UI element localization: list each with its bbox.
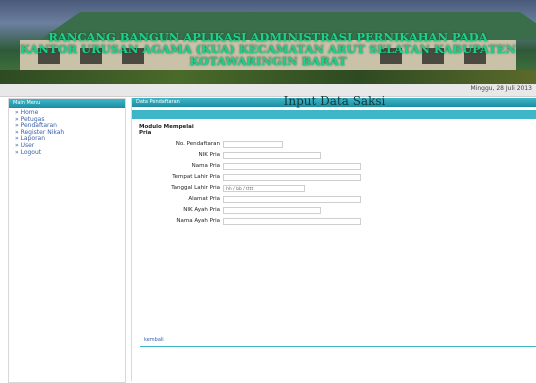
label-nama-ayah-pria: Nama Ayah Pria xyxy=(176,218,220,224)
main-header: Data Pendaftaran Input Data Saksi xyxy=(132,94,536,108)
form-row-nik-ayah: NIK Ayah Pria xyxy=(132,206,220,215)
form-row-nama-pria: Nama Pria xyxy=(132,162,220,171)
label-nik-pria: NIK Pria xyxy=(198,152,220,158)
main-content: Data Pendaftaran Input Data Saksi Modulo… xyxy=(131,94,536,381)
sidebar-title: Main Menu xyxy=(9,99,125,108)
alamat-pria-input[interactable] xyxy=(223,196,361,203)
form-row-no-pendaftaran: No. Pendaftaran xyxy=(132,140,220,149)
sidebar-item-logout[interactable]: » Logout xyxy=(15,149,125,157)
form-row-tempat-lahir: Tempat Lahir Pria xyxy=(132,173,220,182)
form-row-nama-ayah: Nama Ayah Pria xyxy=(132,217,220,226)
date-text: Minggu, 28 Juli 2013 xyxy=(470,85,532,92)
tanggal-lahir-pria-input[interactable]: hh / bb / tttt xyxy=(223,185,305,192)
nama-ayah-pria-input[interactable] xyxy=(223,218,361,225)
tempat-lahir-pria-input[interactable] xyxy=(223,174,361,181)
date-bar: Minggu, 28 Juli 2013 xyxy=(0,84,536,97)
form-row-alamat: Alamat Pria xyxy=(132,195,220,204)
banner-title-line3: KOTAWARINGIN BARAT xyxy=(189,54,347,68)
section-heading-line2: Pria xyxy=(139,130,152,136)
label-nama-pria: Nama Pria xyxy=(191,163,220,169)
sidebar-menu: » Home » Petugas » Pendaftaran » Registe… xyxy=(9,109,125,157)
title-strip xyxy=(132,110,536,119)
nik-ayah-pria-input[interactable] xyxy=(223,207,321,214)
section-heading: Modulo Mempelai Pria xyxy=(139,124,194,136)
back-link[interactable]: kembali xyxy=(144,337,164,343)
form-row-tanggal-lahir: Tanggal Lahir Pria xyxy=(132,184,220,193)
sidebar: Main Menu » Home » Petugas » Pendaftaran… xyxy=(8,98,126,383)
label-no-pendaftaran: No. Pendaftaran xyxy=(175,141,220,147)
nama-pria-input[interactable] xyxy=(223,163,361,170)
trees-decoration xyxy=(0,70,536,84)
label-nik-ayah-pria: NIK Ayah Pria xyxy=(183,207,220,213)
label-tempat-lahir-pria: Tempat Lahir Pria xyxy=(172,174,220,180)
label-tanggal-lahir-pria: Tanggal Lahir Pria xyxy=(171,185,220,191)
header-banner: RANCANG BANGUN APLIKASI ADMINISTRASI PER… xyxy=(0,0,536,84)
form-row-nik-pria: NIK Pria xyxy=(132,151,220,160)
divider xyxy=(140,346,536,347)
no-pendaftaran-input[interactable] xyxy=(223,141,283,148)
label-alamat-pria: Alamat Pria xyxy=(188,196,220,202)
nik-pria-input[interactable] xyxy=(223,152,321,159)
page-title: Input Data Saksi xyxy=(283,94,386,108)
